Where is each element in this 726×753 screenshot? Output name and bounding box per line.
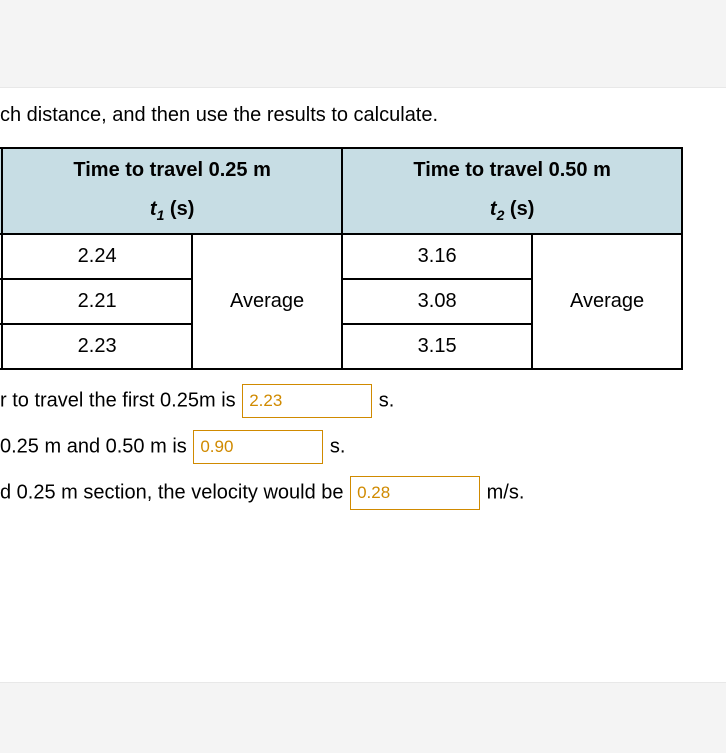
s1-post: s. xyxy=(373,389,394,411)
sentence-1: r to travel the first 0.25m is s. xyxy=(0,384,726,418)
data-table: Time to travel 0.25 m Time to travel 0.5… xyxy=(0,147,683,370)
header-row-2: t1 (s) t2 (s) xyxy=(0,192,682,234)
answer-input-2[interactable] xyxy=(193,430,323,464)
col2-title: Time to travel 0.50 m xyxy=(342,148,682,192)
t2-var: t xyxy=(490,198,497,220)
t1-var: t xyxy=(150,198,157,220)
t1-cell: 2.21 xyxy=(2,279,192,324)
t1-average-cell: Average xyxy=(192,234,342,369)
t1-cell: 2.23 xyxy=(2,324,192,369)
s1-pre: r to travel the first 0.25m is xyxy=(0,389,241,411)
t2-average-cell: Average xyxy=(532,234,682,369)
answer-sentences: r to travel the first 0.25m is s. 0.25 m… xyxy=(0,384,726,510)
s3-post: m/s. xyxy=(481,481,524,503)
s2-pre: 0.25 m and 0.50 m is xyxy=(0,435,192,457)
col1-sub: t1 (s) xyxy=(2,192,342,234)
intro-text: ch distance, and then use the results to… xyxy=(0,104,726,127)
sentence-2: 0.25 m and 0.50 m is s. xyxy=(0,430,726,464)
content: ch distance, and then use the results to… xyxy=(0,88,726,683)
col1-title: Time to travel 0.25 m xyxy=(2,148,342,192)
header-row-1: Time to travel 0.25 m Time to travel 0.5… xyxy=(0,148,682,192)
table-row: 1 2.24 Average 3.16 Average xyxy=(0,234,682,279)
t2-cell: 3.08 xyxy=(342,279,532,324)
t2-cell: 3.16 xyxy=(342,234,532,279)
answer-input-3[interactable] xyxy=(350,476,480,510)
sentence-3: d 0.25 m section, the velocity would be … xyxy=(0,476,726,510)
t2-unit: (s) xyxy=(504,198,534,220)
answer-input-1[interactable] xyxy=(242,384,372,418)
top-banner xyxy=(0,0,726,88)
t1-cell: 2.24 xyxy=(2,234,192,279)
col2-sub: t2 (s) xyxy=(342,192,682,234)
bottom-banner xyxy=(0,683,726,753)
s2-post: s. xyxy=(324,435,345,457)
t1-unit: (s) xyxy=(164,198,194,220)
s3-pre: d 0.25 m section, the velocity would be xyxy=(0,481,349,503)
t2-cell: 3.15 xyxy=(342,324,532,369)
